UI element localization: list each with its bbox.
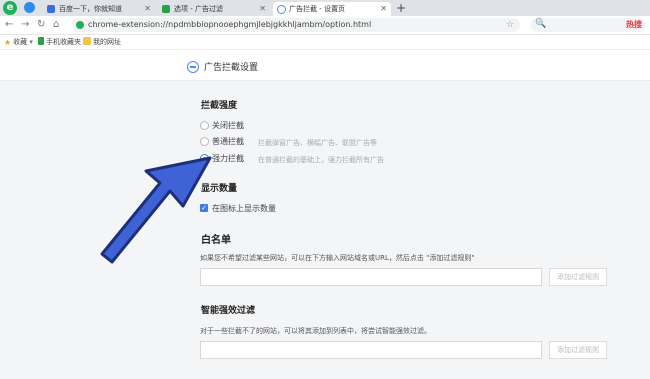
whitelist-heading: 白名单 (201, 235, 231, 246)
bookmark-mobile[interactable]: 手机收藏夹 (38, 35, 81, 49)
smart-filter-note: 对于一些拦截不了的网站，可以将其添加到列表中，将尝试智能强效过滤。 (200, 327, 431, 335)
whitelist-input[interactable] (200, 268, 542, 286)
reload-button[interactable]: ↻ (37, 19, 45, 31)
adblock-icon (277, 5, 286, 14)
star-icon: ★ (4, 38, 12, 47)
folder-icon (83, 37, 91, 45)
option-normal-desc: 拦截弹窗广告、横幅广告、联盟广告等 (258, 139, 377, 147)
mobile-icon (38, 37, 44, 45)
chevron-down-icon[interactable]: ▾ (29, 38, 33, 46)
address-bar[interactable]: chrome-extension://npdmbbiopnooephgmjleb… (72, 18, 520, 32)
page-header: 广告拦截设置 (0, 50, 650, 81)
close-icon[interactable]: ✕ (144, 2, 151, 16)
close-icon[interactable]: ✕ (259, 2, 266, 16)
search-icon: 🔍 (535, 19, 547, 29)
hot-search-label[interactable]: 热搜 (626, 18, 642, 32)
radio-strong[interactable] (200, 154, 209, 163)
extension-icon (162, 5, 170, 13)
option-strong-desc: 在普通拦截的基础上，强力拦截所有广告 (258, 156, 384, 164)
bookmark-label: 手机收藏夹 (46, 38, 81, 46)
bookmark-label: 我的网址 (93, 38, 121, 46)
bookmarks-bar: ★ 收藏 ▾ 手机收藏夹 我的网址 (0, 35, 650, 50)
adblock-logo-icon (187, 61, 199, 73)
radio-off[interactable] (200, 121, 209, 130)
option-strong-label[interactable]: 强力拦截 (212, 153, 244, 164)
option-off-label[interactable]: 关闭拦截 (212, 120, 244, 131)
bookmark-label: 收藏 (13, 38, 28, 46)
tab-strip: e 百度一下，你就知道 ✕ 选项 - 广告过滤 ✕ 广告拦截 - 设置页 ✕ + (0, 0, 650, 16)
intensity-heading: 拦截强度 (201, 101, 238, 111)
page-title: 广告拦截设置 (204, 63, 259, 73)
tab-baidu[interactable]: 百度一下，你就知道 ✕ (43, 2, 155, 16)
search-box[interactable]: 🔍 热搜 (530, 18, 646, 32)
settings-content: 拦截强度 关闭拦截 普通拦截 拦截弹窗广告、横幅广告、联盟广告等 强力拦截 在普… (0, 81, 650, 379)
show-count-label[interactable]: 在图标上显示数量 (212, 203, 276, 214)
bookmark-my-sites[interactable]: 我的网址 (83, 35, 121, 49)
display-count-heading: 显示数量 (201, 184, 238, 194)
tab-label: 百度一下，你就知道 (59, 5, 122, 13)
forward-button[interactable]: → (21, 19, 29, 31)
tab-label: 选项 - 广告过滤 (174, 5, 223, 13)
smart-filter-add-rule-button[interactable]: 添加过滤规则 (549, 341, 607, 359)
tab-label: 广告拦截 - 设置页 (289, 5, 345, 13)
back-button[interactable]: ← (5, 19, 13, 31)
bookmark-favorites[interactable]: ★ 收藏 ▾ (4, 35, 33, 49)
new-tab-button[interactable]: + (396, 0, 406, 16)
whitelist-add-rule-button[interactable]: 添加过滤规则 (549, 268, 607, 286)
home-button[interactable]: ⌂ (53, 19, 59, 31)
option-normal-label[interactable]: 普通拦截 (212, 136, 244, 147)
tab-adblock-settings[interactable]: 广告拦截 - 设置页 ✕ (273, 2, 391, 16)
tab-options[interactable]: 选项 - 广告过滤 ✕ (158, 2, 270, 16)
toolbar: ← → ↻ ⌂ chrome-extension://npdmbbiopnooe… (0, 16, 650, 35)
whitelist-note: 如果您不希望过滤某些网站，可以在下方输入网站域名或URL，然后点击 "添加过滤规… (200, 254, 475, 262)
browser-logo-icon[interactable]: e (3, 1, 17, 15)
smart-filter-heading: 智能强效过滤 (201, 306, 256, 316)
bookmark-star-icon[interactable]: ☆ (506, 18, 514, 32)
show-count-checkbox[interactable]: ✓ (200, 204, 208, 212)
pinned-tab-icon[interactable] (24, 2, 35, 13)
close-icon[interactable]: ✕ (380, 2, 387, 16)
baidu-paw-icon (47, 5, 55, 13)
smart-filter-input[interactable] (200, 341, 542, 359)
radio-normal[interactable] (200, 137, 209, 146)
url-text[interactable]: chrome-extension://npdmbbiopnooephgmjleb… (88, 18, 371, 32)
secure-shield-icon (76, 21, 84, 29)
